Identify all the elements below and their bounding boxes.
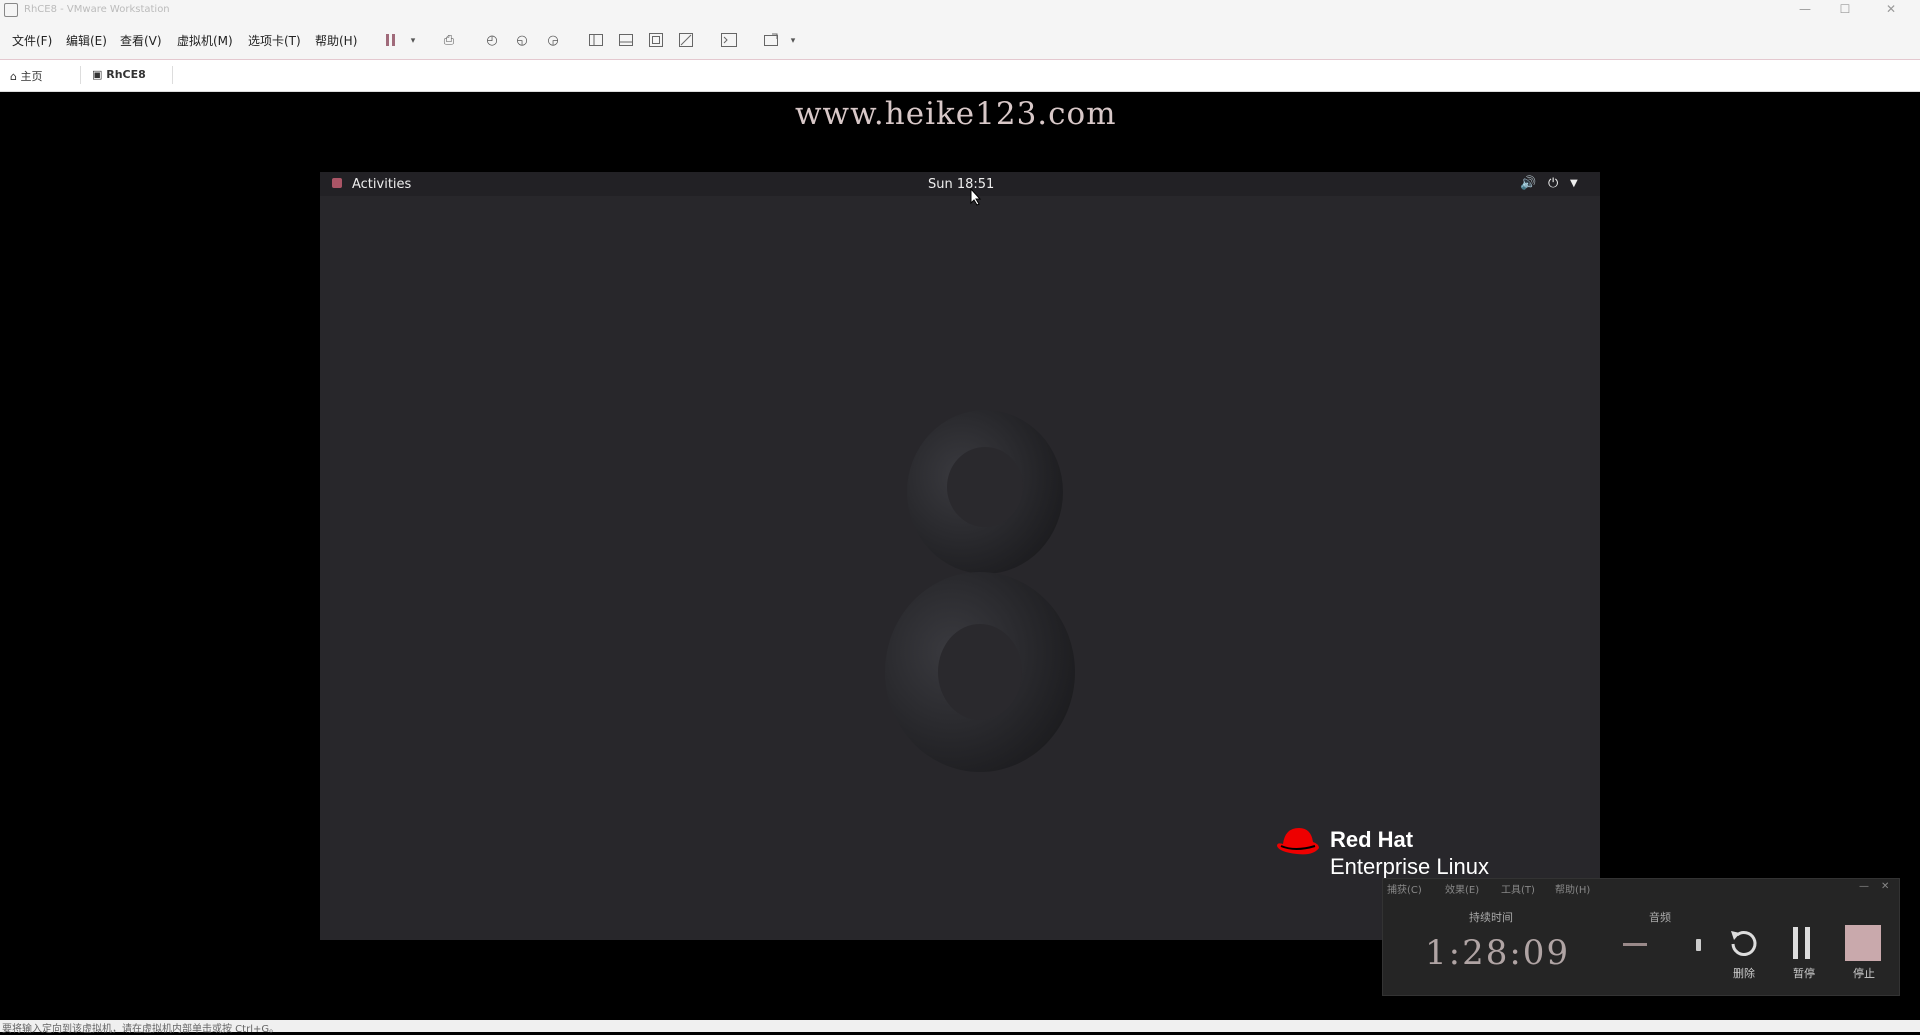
stop-label: 停止	[1853, 967, 1875, 980]
tab-bar: ⌂ 主页 ▣ RhCE8	[0, 60, 1920, 92]
recorder-menu-help[interactable]: 帮助(H)	[1555, 881, 1590, 896]
tab-divider	[80, 66, 81, 84]
window-title: RhCE8 - VMware Workstation	[24, 4, 170, 15]
stretch-icon[interactable]	[762, 32, 780, 50]
pause-icon[interactable]	[382, 32, 400, 50]
guest-desktop[interactable]: Activities Sun 18:51 🔊 ⏻ ▼ Red Hat Enter…	[320, 172, 1600, 940]
volume-icon[interactable]: 🔊	[1520, 176, 1536, 191]
stretch-dropdown-icon[interactable]: ▾	[784, 32, 802, 50]
activities-button[interactable]: Activities	[352, 177, 411, 192]
revert-snapshot-icon[interactable]: ◵	[513, 32, 531, 50]
recorder-menu-capture[interactable]: 捕获(C)	[1387, 881, 1422, 896]
menu-file[interactable]: 文件(F)	[12, 32, 52, 49]
duration-value: 1:28:09	[1425, 933, 1571, 973]
tab-home[interactable]: ⌂ 主页	[10, 68, 42, 84]
brand-title: Red Hat	[1330, 827, 1414, 852]
pause-label: 暂停	[1793, 967, 1815, 980]
close-button[interactable]: ✕	[1876, 2, 1906, 16]
fullscreen-icon[interactable]	[647, 32, 665, 50]
vmware-app-icon	[4, 3, 18, 17]
redhat-logo	[1277, 828, 1319, 855]
menu-toolbar: 文件(F) 编辑(E) 查看(V) 虚拟机(M) 选项卡(T) 帮助(H) ▾ …	[0, 22, 1920, 60]
mouse-cursor-icon	[970, 188, 982, 206]
recorder-menubar: 捕获(C) 效果(E) 工具(T) 帮助(H) — ✕	[1383, 879, 1899, 897]
delete-restart-icon[interactable]	[1725, 925, 1763, 963]
watermark-text: www.heike123.com	[795, 96, 1117, 132]
console-icon[interactable]	[720, 32, 738, 50]
recorder-minimize-button[interactable]: —	[1859, 881, 1869, 892]
pause-dropdown-icon[interactable]: ▾	[404, 32, 422, 50]
gnome-top-bar: Activities Sun 18:51 🔊 ⏻ ▼	[320, 172, 1600, 196]
recorder-menu-effects[interactable]: 效果(E)	[1445, 881, 1479, 896]
minimize-button[interactable]: —	[1790, 2, 1820, 16]
brand-subtitle: Enterprise Linux	[1330, 854, 1489, 879]
send-keys-icon[interactable]: ⎙	[440, 32, 458, 50]
snapshot-icon[interactable]: ◴	[483, 32, 501, 50]
vm-icon: ▣	[92, 68, 103, 81]
wallpaper-eight-shape	[885, 410, 1075, 772]
tab-vm-label: RhCE8	[106, 68, 146, 81]
activities-icon	[332, 178, 342, 188]
menu-view[interactable]: 查看(V)	[120, 32, 162, 49]
power-icon[interactable]: ⏻	[1548, 176, 1558, 191]
delete-label: 删除	[1733, 967, 1755, 980]
screen-recorder-panel[interactable]: 捕获(C) 效果(E) 工具(T) 帮助(H) — ✕ 持续时间 音频 1:28…	[1382, 878, 1900, 996]
tab-vm[interactable]: ▣ RhCE8	[92, 68, 146, 81]
unity-icon[interactable]	[677, 32, 695, 50]
sidebar-icon[interactable]	[587, 32, 605, 50]
recorder-close-button[interactable]: ✕	[1881, 881, 1889, 892]
recorder-menu-tools[interactable]: 工具(T)	[1501, 881, 1535, 896]
status-message: 要将输入定向到该虚拟机，请在虚拟机内部单击或按 Ctrl+G。	[2, 1024, 280, 1035]
audio-label: 音频	[1649, 911, 1671, 924]
duration-label: 持续时间	[1469, 911, 1513, 924]
thumbnail-icon[interactable]	[617, 32, 635, 50]
microphone-icon[interactable]	[1696, 939, 1701, 951]
home-icon: ⌂	[10, 70, 17, 83]
menu-edit[interactable]: 编辑(E)	[66, 32, 107, 49]
window-title-bar: RhCE8 - VMware Workstation — ☐ ✕	[0, 0, 1920, 22]
menu-vm[interactable]: 虚拟机(M)	[177, 32, 233, 49]
clock[interactable]: Sun 18:51	[928, 177, 994, 192]
maximize-button[interactable]: ☐	[1830, 2, 1860, 16]
manage-snapshots-icon[interactable]: ◶	[544, 32, 562, 50]
audio-level-bar	[1623, 943, 1647, 946]
tab-divider	[172, 66, 173, 84]
menu-help[interactable]: 帮助(H)	[315, 32, 357, 49]
menu-tabs[interactable]: 选项卡(T)	[248, 32, 301, 49]
pause-recording-icon[interactable]	[1787, 925, 1817, 963]
status-bar: 要将输入定向到该虚拟机，请在虚拟机内部单击或按 Ctrl+G。	[0, 1020, 1920, 1035]
system-menu-chevron-down-icon[interactable]: ▼	[1570, 178, 1578, 189]
stop-recording-icon[interactable]	[1845, 925, 1881, 961]
tab-home-label: 主页	[20, 70, 43, 83]
